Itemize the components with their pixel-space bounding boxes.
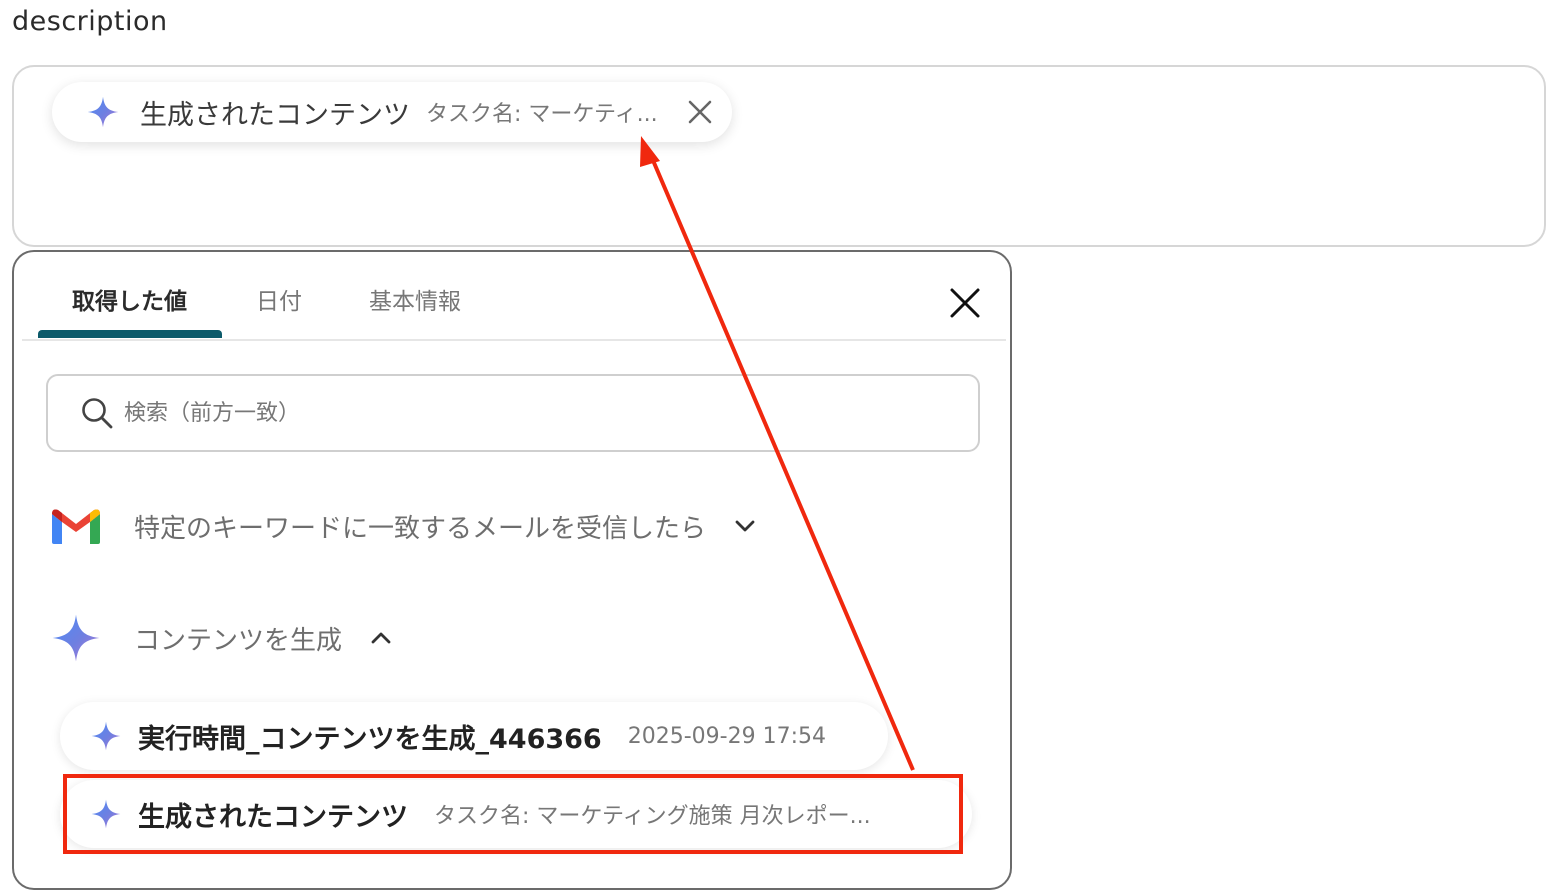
item-value: 2025-09-29 17:54 <box>627 723 826 749</box>
chip-title: 生成されたコンテンツ <box>140 99 410 131</box>
item-title: 実行時間_コンテンツを生成_446366 <box>138 723 602 755</box>
close-icon[interactable] <box>948 286 982 320</box>
annotation-highlight-box <box>63 774 963 854</box>
group-generate-content[interactable]: コンテンツを生成 <box>50 612 394 664</box>
field-label-description: description <box>12 6 168 37</box>
selected-value-chip[interactable]: 生成されたコンテンツ タスク名: マーケティ... <box>52 82 732 142</box>
search-field[interactable] <box>46 374 980 452</box>
gemini-spark-icon <box>52 614 100 662</box>
group-email-trigger[interactable]: 特定のキーワードに一致するメールを受信したら <box>50 506 758 546</box>
chevron-down-icon[interactable] <box>732 513 758 539</box>
search-icon <box>82 398 113 429</box>
gemini-spark-icon <box>87 96 119 128</box>
tab-acquired-values[interactable]: 取得した値 <box>72 282 187 316</box>
tab-date[interactable]: 日付 <box>256 282 302 316</box>
close-icon[interactable] <box>686 98 714 126</box>
list-item-execution-time[interactable]: 実行時間_コンテンツを生成_446366 2025-09-29 17:54 <box>60 702 888 770</box>
active-tab-indicator <box>38 330 222 338</box>
tab-divider <box>22 339 1006 341</box>
tab-basic-info[interactable]: 基本情報 <box>369 282 461 316</box>
gmail-icon <box>52 509 100 544</box>
chevron-up-icon[interactable] <box>368 625 394 651</box>
popup-tabs: 取得した値 日付 基本情報 <box>14 252 1010 341</box>
group-title-generate: コンテンツを生成 <box>134 625 343 656</box>
gemini-spark-icon <box>91 721 121 751</box>
group-title-email: 特定のキーワードに一致するメールを受信したら <box>134 513 707 544</box>
chip-subtitle: タスク名: マーケティ... <box>426 102 658 127</box>
search-input[interactable] <box>122 399 886 427</box>
